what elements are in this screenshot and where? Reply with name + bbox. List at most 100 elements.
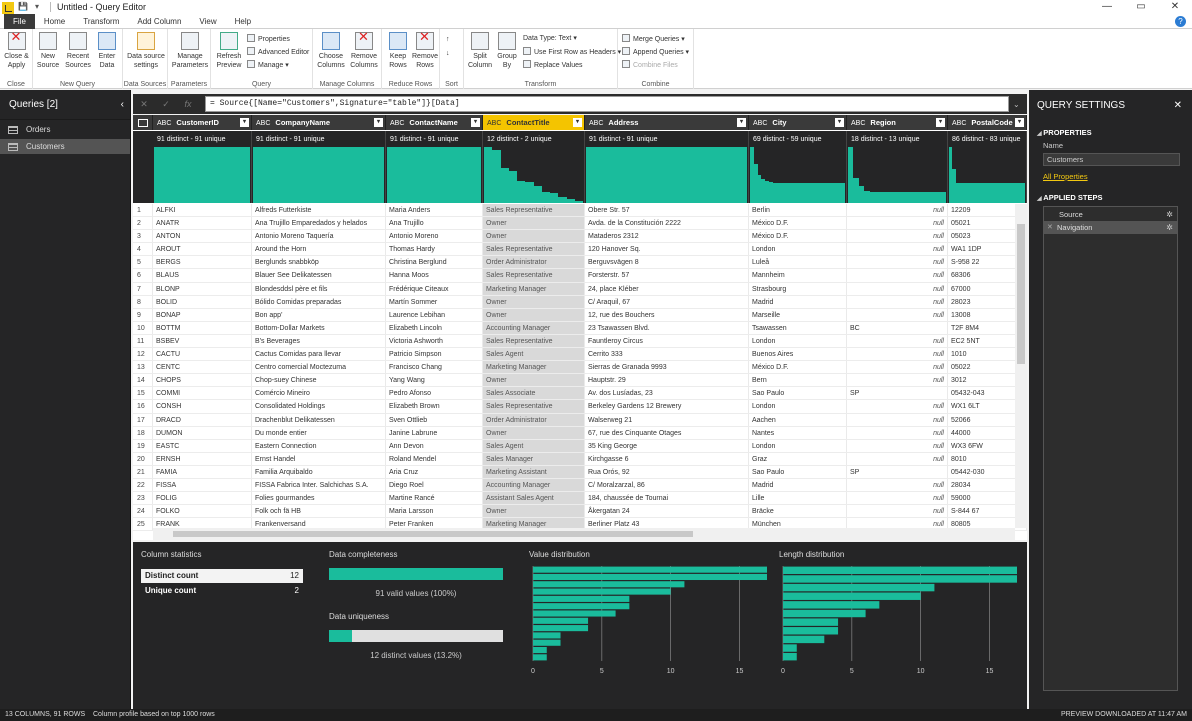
table-cell[interactable]: COMMI [153,387,252,400]
table-cell[interactable]: Sao Paulo [749,465,847,478]
column-profile-region[interactable]: 18 distinct - 13 unique [847,131,948,203]
table-cell[interactable]: Ana Trujillo Emparedados y helados [252,217,386,230]
table-row[interactable]: 2 ANATR Ana Trujillo Emparedados y helados… [133,217,1027,231]
table-cell[interactable]: Roland Mendel [386,452,483,465]
table-cell[interactable]: Centro comercial Moctezuma [252,361,386,374]
table-cell[interactable]: Ann Devon [386,439,483,452]
table-cell[interactable]: Pedro Afonso [386,387,483,400]
column-profile-companyname[interactable]: 91 distinct - 91 unique [252,131,386,203]
table-cell[interactable]: Bottom-Dollar Markets [252,321,386,334]
table-cell[interactable]: FISSA [153,478,252,492]
distribution-bar[interactable] [533,566,767,573]
table-cell[interactable]: 35 King George [585,439,749,452]
tab-help[interactable]: Help [226,14,260,29]
column-profile-customerid[interactable]: 91 distinct - 91 unique [153,131,252,203]
step-navigation[interactable]: ✕ Navigation ✲ [1044,221,1177,234]
table-cell[interactable]: Aachen [749,413,847,426]
table-cell[interactable]: DUMON [153,426,252,439]
distribution-bar[interactable] [783,583,935,592]
table-cell[interactable]: ANATR [153,217,252,230]
table-cell[interactable]: Sales Representative [483,269,585,282]
table-cell[interactable]: null [847,478,948,492]
keep-rows-button[interactable]: Keep Rows [385,32,411,70]
table-cell[interactable]: Patricio Simpson [386,348,483,361]
distribution-bar[interactable] [533,639,561,646]
use-first-row-button[interactable]: Use First Row as Headers ▾ [523,47,621,58]
save-icon[interactable]: 💾 [18,2,28,12]
table-cell[interactable]: EASTC [153,439,252,452]
gear-icon[interactable]: ✲ [1166,221,1173,234]
table-cell[interactable]: null [847,439,948,452]
distribution-bar[interactable] [533,595,630,602]
table-cell[interactable]: BOTTM [153,321,252,334]
table-cell[interactable]: 24, place Kléber [585,282,749,295]
step-source[interactable]: Source ✲ [1044,208,1177,221]
table-cell[interactable]: London [749,400,847,413]
table-cell[interactable]: Du monde entier [252,426,386,439]
filter-dropdown-icon[interactable]: ▾ [374,118,383,127]
table-cell[interactable]: Strasbourg [749,282,847,295]
table-row[interactable]: 6 BLAUS Blauer See Delikatessen Hanna Moos S… [133,269,1027,283]
split-column-button[interactable]: Split Column [466,32,494,70]
table-cell[interactable]: null [847,295,948,308]
distribution-bar[interactable] [533,625,589,632]
column-header-customerid[interactable]: ABC CustomerID ▾ [153,115,252,130]
table-cell[interactable]: Eastern Connection [252,439,386,452]
table-cell[interactable]: Rua Orós, 92 [585,465,749,478]
filter-dropdown-icon[interactable]: ▾ [936,118,945,127]
new-source-button[interactable]: New Source [35,32,61,70]
properties-section[interactable]: PROPERTIES [1037,128,1192,137]
distribution-bar[interactable] [533,603,630,610]
table-cell[interactable]: BLONP [153,282,252,295]
table-cell[interactable]: Bern [749,374,847,387]
table-cell[interactable]: ANTON [153,230,252,243]
table-cell[interactable]: Fauntleroy Circus [585,334,749,348]
table-cell[interactable]: FAMIA [153,465,252,478]
table-cell[interactable]: null [847,334,948,348]
properties-button[interactable]: Properties [247,34,290,45]
distribution-bar[interactable] [783,566,1017,575]
table-cell[interactable]: CONSH [153,400,252,413]
restore-button[interactable]: ▭ [1124,0,1158,14]
table-cell[interactable]: SP [847,387,948,400]
refresh-preview-button[interactable]: Refresh Preview [214,32,244,70]
text-type-icon[interactable]: ABC [952,120,966,127]
table-cell[interactable]: ALFKI [153,204,252,217]
table-row[interactable]: 8 BOLID Bólido Comidas preparadas Martín So… [133,295,1027,309]
table-cell[interactable]: null [847,230,948,243]
column-profile-address[interactable]: 91 distinct - 91 unique [585,131,749,203]
help-icon[interactable]: ? [1175,16,1186,27]
data-type-dropdown[interactable]: Data Type: Text ▾ [523,34,577,44]
table-cell[interactable]: null [847,505,948,518]
remove-rows-button[interactable]: Remove Rows [412,32,438,70]
filter-dropdown-icon[interactable]: ▾ [471,118,480,127]
distribution-bar[interactable] [533,573,767,581]
distribution-bar[interactable] [533,610,616,617]
table-cell[interactable]: CACTU [153,348,252,361]
append-queries-button[interactable]: Append Queries ▾ [622,47,689,58]
replace-values-button[interactable]: Replace Values [523,60,583,71]
distribution-bar[interactable] [533,617,589,624]
table-cell[interactable]: Owner [483,295,585,308]
table-cell[interactable]: Berguvsvägen 8 [585,256,749,269]
distribution-bar[interactable] [533,646,547,654]
table-cell[interactable]: Sales Manager [483,452,585,465]
table-cell[interactable]: Madrid [749,478,847,492]
table-cell[interactable]: Marseille [749,308,847,321]
table-cell[interactable]: Sierras de Granada 9993 [585,361,749,374]
table-cell[interactable]: Drachenblut Delikatessen [252,413,386,426]
fx-icon[interactable]: fx [177,99,199,109]
column-header-companyname[interactable]: ABC CompanyName ▾ [252,115,386,130]
table-cell[interactable]: Martín Sommer [386,295,483,308]
table-row[interactable]: 15 COMMI Comércio Mineiro Pedro Afonso Sales… [133,387,1027,401]
table-cell[interactable]: Alfreds Futterkiste [252,204,386,217]
table-cell[interactable]: Thomas Hardy [386,243,483,256]
query-item-orders[interactable]: Orders [0,122,130,137]
table-row[interactable]: 3 ANTON Antonio Moreno Taquería Antonio Mor… [133,230,1027,244]
sort-descending-icon[interactable]: ↓ [446,49,450,59]
vertical-scrollbar[interactable] [1015,204,1027,528]
table-row[interactable]: 11 BSBEV B's Beverages Victoria Ashworth Sal… [133,334,1027,349]
table-cell[interactable]: CENTC [153,361,252,374]
table-row[interactable]: 21 FAMIA Familia Arquibaldo Aria Cruz Market… [133,465,1027,479]
table-cell[interactable]: Bólido Comidas preparadas [252,295,386,308]
